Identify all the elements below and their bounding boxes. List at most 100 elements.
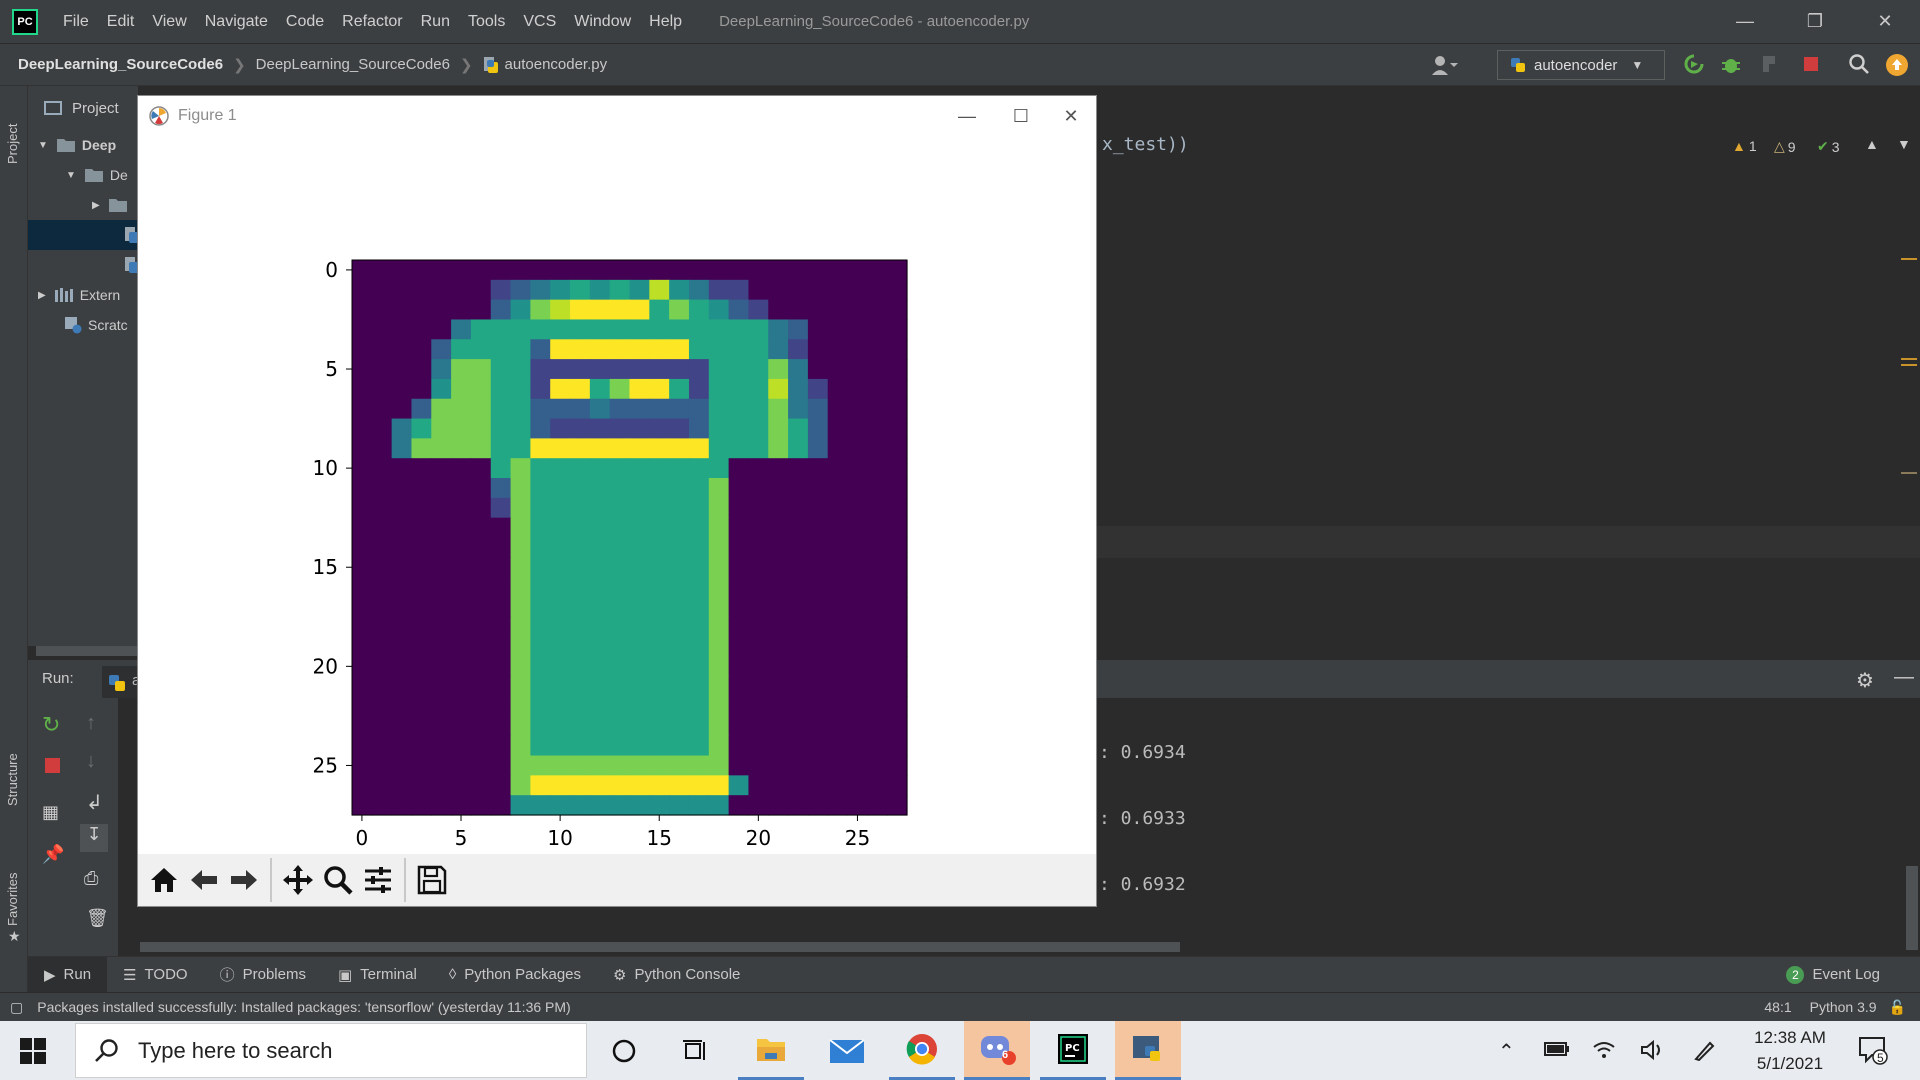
error-stripe-mark[interactable] <box>1901 364 1917 366</box>
battery-icon[interactable] <box>1544 1041 1570 1057</box>
menu-code[interactable]: Code <box>277 13 333 31</box>
zoom-icon[interactable] <box>318 860 358 900</box>
update-icon[interactable] <box>1885 53 1909 77</box>
status-message[interactable]: Packages installed successfully: Install… <box>37 999 570 1015</box>
python-interpreter[interactable]: Python 3.9 <box>1810 999 1877 1015</box>
taskbar-search-box[interactable]: Type here to search <box>75 1023 587 1078</box>
tree-item-external-libraries[interactable]: ▶ Extern <box>28 280 138 310</box>
heatmap-plot[interactable]: 0 5 10 15 20 25 0 5 10 15 20 25 <box>138 136 1096 852</box>
tree-item-root[interactable]: ▼ Deep <box>28 130 138 160</box>
menu-refactor[interactable]: Refactor <box>333 13 411 31</box>
wifi-icon[interactable] <box>1592 1039 1616 1059</box>
system-clock[interactable]: 12:38 AM 5/1/2021 <box>1740 1025 1840 1077</box>
minimize-icon[interactable]: — <box>940 96 994 136</box>
pen-icon[interactable] <box>1692 1039 1716 1061</box>
trash-icon[interactable]: 🗑 <box>86 908 109 929</box>
tree-item-folder[interactable]: ▼ De <box>28 160 138 190</box>
run-configuration-select[interactable]: autoencoder ▼ <box>1497 50 1665 80</box>
console-horizontal-scrollbar[interactable] <box>140 942 1180 952</box>
pycharm-taskbar-icon[interactable]: PC <box>1040 1021 1106 1080</box>
menu-navigate[interactable]: Navigate <box>196 13 277 31</box>
structure-tool-tab[interactable]: Structure <box>5 726 20 806</box>
tab-run[interactable]: ▶ Run <box>28 956 108 993</box>
menu-edit[interactable]: Edit <box>98 13 144 31</box>
menu-help[interactable]: Help <box>640 13 691 31</box>
warnings-indicator[interactable]: ▲ 1 <box>1732 138 1757 154</box>
back-icon[interactable] <box>184 860 224 900</box>
code-line[interactable]: x_test)) <box>1102 134 1189 155</box>
restore-icon[interactable]: ❐ <box>1780 11 1850 32</box>
pin-icon[interactable]: 📌 <box>42 844 64 865</box>
configure-subplots-icon[interactable] <box>358 860 398 900</box>
volume-icon[interactable] <box>1640 1039 1666 1061</box>
python-taskbar-icon[interactable] <box>1115 1021 1181 1080</box>
arrow-down-icon[interactable]: ↓ <box>86 750 96 773</box>
menu-view[interactable]: View <box>143 13 195 31</box>
tab-python-console[interactable]: ⚙ Python Console <box>597 957 756 993</box>
file-explorer-icon[interactable] <box>738 1021 804 1080</box>
error-stripe-mark[interactable] <box>1901 472 1917 474</box>
rerun-icon[interactable]: ↻ <box>42 712 60 738</box>
gear-icon[interactable]: ⚙ <box>1856 668 1874 693</box>
close-icon[interactable]: ✕ <box>1850 11 1920 32</box>
lock-icon[interactable]: 🔓 <box>1889 999 1906 1016</box>
breadcrumb-folder[interactable]: DeepLearning_SourceCode6 <box>256 56 450 73</box>
minimize-icon[interactable]: — <box>1710 11 1780 32</box>
tab-terminal[interactable]: ▣ Terminal <box>322 957 433 993</box>
pan-icon[interactable] <box>278 860 318 900</box>
menu-vcs[interactable]: VCS <box>514 13 565 31</box>
breadcrumb-project[interactable]: DeepLearning_SourceCode6 <box>18 56 223 73</box>
tab-problems[interactable]: ⓘ Problems <box>204 957 322 993</box>
rerun-icon[interactable] <box>1683 53 1707 77</box>
weak-warnings-indicator[interactable]: △ 9 <box>1774 138 1796 155</box>
hide-panel-icon[interactable]: — <box>1894 666 1914 689</box>
soft-wrap-icon[interactable]: ↲ <box>86 790 103 815</box>
project-tool-tab[interactable]: Project <box>5 94 20 164</box>
coverage-icon[interactable] <box>1760 53 1784 77</box>
tree-item-subfolder[interactable]: ▶ <box>28 190 138 220</box>
chrome-icon[interactable] <box>889 1021 955 1080</box>
forward-icon[interactable] <box>224 860 264 900</box>
user-icon[interactable] <box>1430 53 1458 77</box>
project-scrollbar[interactable] <box>36 646 138 656</box>
favorites-tool-tab[interactable]: Favorites <box>5 846 20 926</box>
windows-start-icon[interactable] <box>20 1038 46 1064</box>
menu-tools[interactable]: Tools <box>459 13 514 31</box>
chevron-down-icon[interactable]: ▼ <box>1897 136 1911 152</box>
tab-python-packages[interactable]: ◊ Python Packages <box>433 957 597 993</box>
print-icon[interactable]: ⎙ <box>84 868 98 889</box>
stop-icon[interactable] <box>45 758 60 773</box>
mail-icon[interactable] <box>814 1021 880 1080</box>
debug-icon[interactable] <box>1720 53 1744 77</box>
maximize-icon[interactable]: ☐ <box>994 96 1048 136</box>
tab-event-log[interactable]: 2 Event Log <box>1770 957 1920 993</box>
cortana-icon[interactable] <box>591 1021 657 1080</box>
typos-indicator[interactable]: ✔ 3 <box>1817 138 1840 155</box>
search-icon[interactable] <box>1848 53 1872 77</box>
code-editor[interactable]: x_test)) ▲ 1 △ 9 ✔ 3 ▲ ▼ <box>1097 86 1920 660</box>
tab-todo[interactable]: ☰ TODO <box>107 957 204 993</box>
chevron-up-icon[interactable]: ⌃ <box>1498 1039 1515 1064</box>
tree-item-scratches[interactable]: Scratc <box>28 310 138 340</box>
discord-icon[interactable]: 6 <box>964 1021 1030 1080</box>
error-stripe-mark[interactable] <box>1901 358 1917 360</box>
tree-item-file[interactable] <box>28 250 138 280</box>
task-view-icon[interactable] <box>663 1021 729 1080</box>
arrow-up-icon[interactable]: ↑ <box>86 712 96 735</box>
scroll-to-end-icon[interactable]: ↧ <box>80 824 108 852</box>
stop-icon[interactable] <box>1800 53 1824 77</box>
save-icon[interactable] <box>412 860 452 900</box>
menu-window[interactable]: Window <box>565 13 640 31</box>
home-icon[interactable] <box>144 860 184 900</box>
cursor-position[interactable]: 48:1 <box>1764 999 1791 1015</box>
error-stripe-mark[interactable] <box>1901 258 1917 260</box>
close-icon[interactable]: ✕ <box>1044 96 1098 136</box>
chevron-up-icon[interactable]: ▲ <box>1865 136 1879 152</box>
panel-toggle-icon[interactable]: ▢ <box>10 999 23 1016</box>
layout-icon[interactable]: ▦ <box>42 802 59 823</box>
menu-file[interactable]: File <box>54 13 98 31</box>
tree-item-file-selected[interactable] <box>28 220 138 250</box>
breadcrumb-file[interactable]: autoencoder.py <box>505 56 608 73</box>
menu-run[interactable]: Run <box>412 13 459 31</box>
console-vertical-scrollbar[interactable] <box>1906 866 1918 950</box>
